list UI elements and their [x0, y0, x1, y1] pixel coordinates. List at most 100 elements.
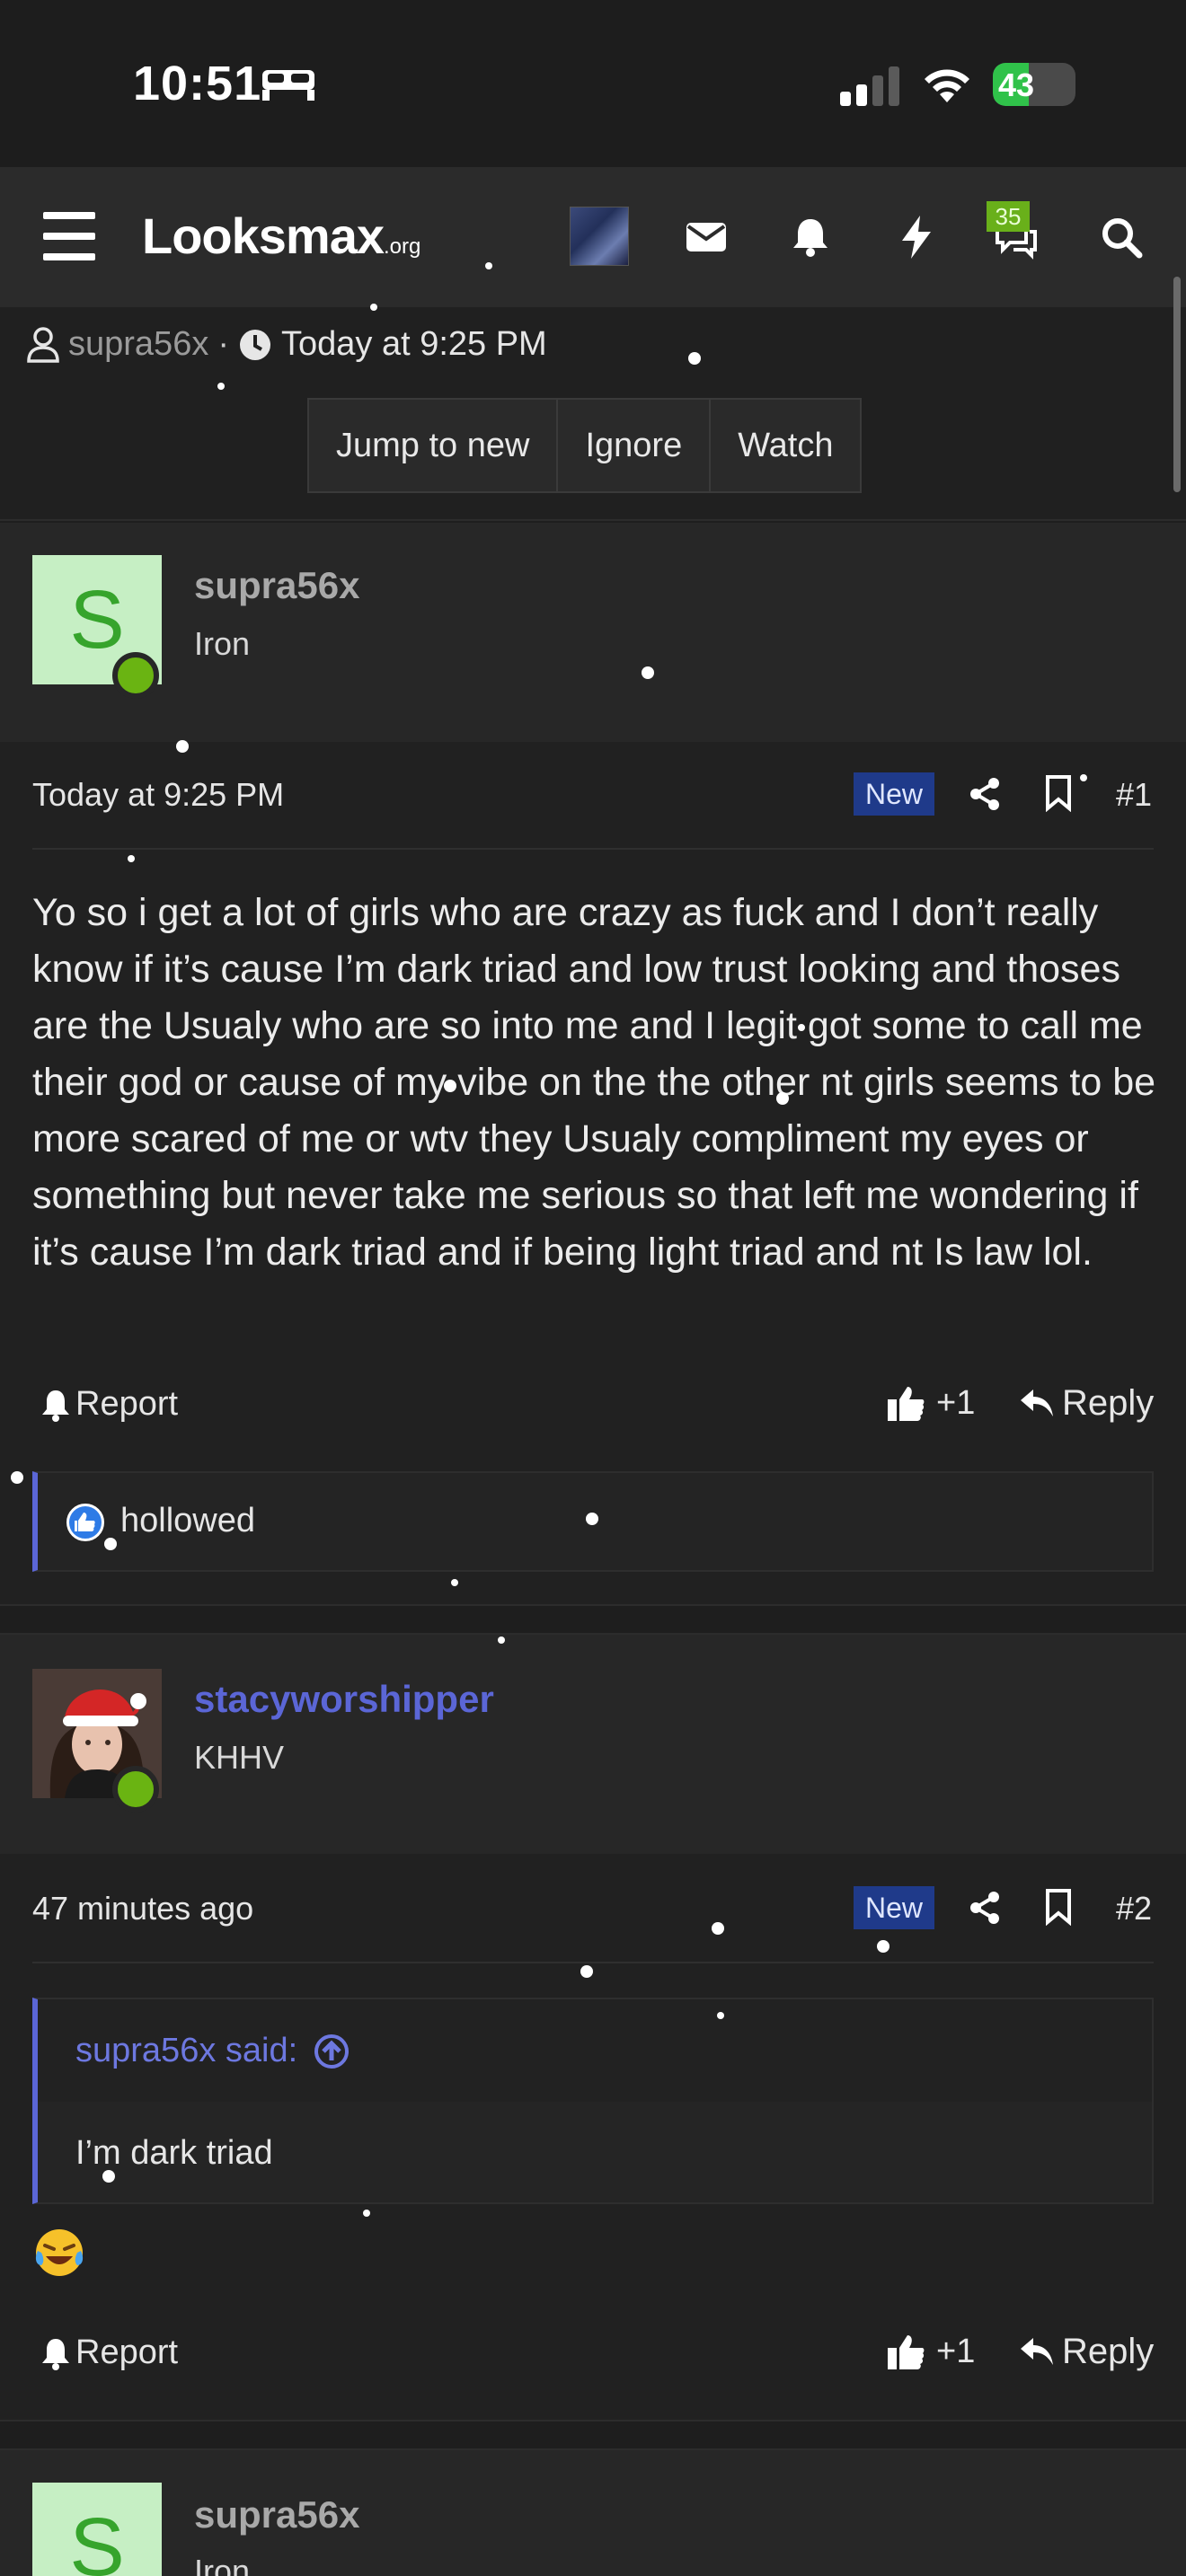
snowflake	[688, 352, 701, 365]
online-indicator	[112, 1766, 159, 1813]
reply-icon	[1021, 2337, 1053, 2365]
post-divider	[32, 848, 1154, 850]
report-label: Report	[75, 1385, 179, 1423]
post-2-quote: supra56x said: I’m dark triad	[32, 1998, 1154, 2204]
ignore-button[interactable]: Ignore	[558, 400, 712, 491]
status-bar: 10:51 43	[0, 0, 1186, 167]
snowflake	[370, 304, 377, 311]
bell-icon[interactable]	[785, 212, 836, 262]
reply-label: Reply	[1062, 1383, 1155, 1423]
quote-author: supra56x said:	[75, 2032, 298, 2069]
post-1-date[interactable]: Today at 9:25 PM	[32, 776, 284, 814]
post-1-user-title: Iron	[194, 625, 251, 662]
post-separator	[0, 2420, 1186, 2450]
post-1-report-button[interactable]: Report	[40, 1385, 178, 1424]
meta-separator: ·	[217, 325, 229, 363]
snowflake	[363, 2210, 370, 2217]
sleep-focus-icon	[262, 70, 314, 101]
thread-actions: Jump to new Ignore Watch	[307, 398, 863, 493]
post-1-text: Yo so i get a lot of girls who are crazy…	[32, 891, 1156, 1274]
snowflake	[712, 1922, 724, 1935]
post-1-username[interactable]: supra56x	[194, 564, 359, 607]
wifi-icon	[925, 69, 969, 102]
share-icon[interactable]	[969, 1890, 1003, 1926]
post-3-user-title: Iron	[194, 2553, 251, 2576]
jump-to-new-button[interactable]: Jump to new	[309, 400, 559, 491]
post-1-like-button[interactable]: +1	[886, 1383, 975, 1423]
battery-percent: 43	[998, 66, 1035, 103]
snowflake	[102, 2170, 115, 2183]
reply-icon	[1021, 1389, 1053, 1416]
snowflake	[128, 855, 135, 862]
envelope-icon[interactable]	[681, 212, 731, 262]
clock-icon	[239, 329, 270, 360]
snowflake	[642, 666, 654, 679]
battery-indicator: 43	[993, 63, 1075, 106]
scrollbar[interactable]	[1173, 277, 1181, 492]
thread-meta: supra56x · Today at 9:25 PM	[27, 325, 547, 364]
post-1-reply-button[interactable]: Reply	[1019, 1383, 1154, 1424]
watch-button[interactable]: Watch	[711, 400, 860, 491]
post-2-like-button[interactable]: +1	[886, 2332, 975, 2371]
menu-icon[interactable]	[43, 212, 95, 260]
post-2-number[interactable]: #2	[1116, 1890, 1152, 1928]
status-time: 10:51	[133, 57, 262, 110]
snowflake	[485, 262, 492, 269]
snowflake	[104, 1538, 117, 1550]
thumbs-up-icon	[888, 2335, 925, 2369]
thumbs-up-icon	[888, 1387, 925, 1421]
snowflake	[176, 740, 189, 753]
reaction-user[interactable]: hollowed	[120, 1502, 255, 1540]
new-badge: New	[854, 772, 934, 816]
thread-author[interactable]: supra56x	[68, 325, 208, 364]
snowflake	[580, 1965, 593, 1978]
online-indicator	[112, 652, 159, 699]
like-reaction-icon	[66, 1504, 104, 1541]
post-3-user-block	[0, 2450, 1186, 2576]
snowflake	[776, 1092, 789, 1105]
cellular-signal-icon	[840, 66, 899, 106]
snowflake	[1080, 774, 1087, 781]
bell-icon	[42, 2338, 69, 2370]
snowflake	[451, 1579, 458, 1586]
thread-date[interactable]: Today at 9:25 PM	[281, 325, 547, 364]
top-navbar: Looksmax.org 35	[0, 167, 1186, 307]
post-3-avatar[interactable]: S	[32, 2483, 162, 2576]
post-3-username[interactable]: supra56x	[194, 2493, 359, 2536]
snowflake	[11, 1471, 23, 1484]
like-count: +1	[936, 2332, 976, 2370]
quote-text: I’m dark triad	[75, 2134, 273, 2172]
user-icon	[27, 326, 59, 363]
account-avatar[interactable]	[570, 207, 629, 266]
post-1-number[interactable]: #1	[1116, 776, 1152, 814]
bell-icon	[42, 1389, 69, 1422]
post-separator	[0, 1604, 1186, 1635]
arrow-up-circle-icon[interactable]	[314, 2033, 350, 2069]
snowflake	[498, 1636, 505, 1644]
conversations-badge[interactable]: 35	[987, 201, 1030, 232]
bookmark-icon[interactable]	[1044, 1888, 1073, 1926]
snowflake	[217, 383, 225, 390]
share-icon[interactable]	[969, 776, 1003, 812]
like-count: +1	[936, 1383, 976, 1422]
post-2-reply-button[interactable]: Reply	[1019, 2332, 1154, 2372]
post-2-date[interactable]: 47 minutes ago	[32, 1890, 253, 1928]
post-2-username[interactable]: stacyworshipper	[194, 1678, 494, 1721]
report-label: Report	[75, 2333, 179, 2371]
post-2-user-title: KHHV	[194, 1739, 285, 1776]
lightning-icon[interactable]	[891, 212, 942, 262]
post-1-user-block	[0, 523, 1186, 742]
site-logo[interactable]: Looksmax.org	[142, 207, 420, 265]
reply-label: Reply	[1062, 2332, 1155, 2371]
post-2-report-button[interactable]: Report	[40, 2333, 178, 2372]
post-2-user-block	[0, 1635, 1186, 1854]
snowflake	[877, 1940, 890, 1953]
snowflake	[717, 2012, 724, 2019]
search-icon[interactable]	[1096, 212, 1146, 262]
snowflake	[444, 1080, 456, 1092]
crying-laughing-emoji-icon	[35, 2229, 84, 2276]
post-divider	[32, 1962, 1154, 1963]
snowflake	[798, 1024, 805, 1031]
bookmark-icon[interactable]	[1044, 774, 1073, 812]
quote-author-link[interactable]: supra56x said:	[75, 2032, 350, 2070]
